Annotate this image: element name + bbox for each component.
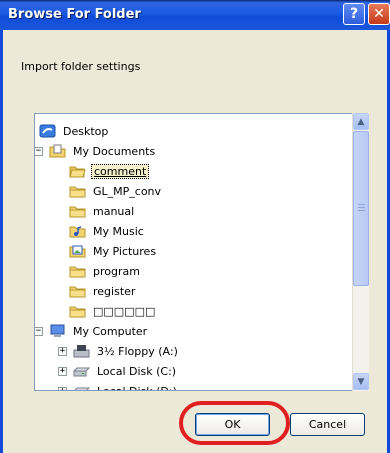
expand-icon[interactable]: + (58, 386, 67, 390)
desktop-icon (39, 124, 56, 138)
tree-item-label: My Music (93, 224, 144, 238)
folder-icon (69, 204, 86, 218)
hard-drive-icon (72, 364, 91, 378)
scroll-down-button[interactable]: ▼ (353, 373, 369, 390)
my-pictures-icon (69, 244, 86, 258)
tree-item[interactable]: manual (69, 202, 136, 220)
browse-for-folder-dialog: Browse For Folder ? ✕ Import folder sett… (0, 0, 390, 453)
tree-item[interactable]: + Local Disk (C:) (58, 362, 178, 380)
thumb-grip (358, 204, 365, 205)
collapse-icon[interactable]: − (35, 326, 43, 336)
tree-item[interactable]: Desktop (39, 122, 110, 140)
tree-item[interactable]: □□□□□□ (69, 302, 157, 320)
tree-item[interactable]: − My Computer (35, 322, 149, 340)
tree-item-label: My Computer (73, 324, 148, 338)
scrollbar-thumb[interactable] (353, 131, 369, 286)
tree-item-label: My Documents (73, 144, 156, 158)
folder-icon (69, 304, 86, 318)
tree-item-label: □□□□□□ (93, 304, 156, 318)
help-icon: ? (349, 6, 359, 22)
tree-item-label: Local Disk (C:) (97, 364, 177, 378)
tree-item-label: GL_MP_conv (93, 184, 162, 198)
tree-item[interactable]: program (69, 262, 142, 280)
expand-icon[interactable]: + (58, 366, 67, 376)
tree-item[interactable]: − My Documents (35, 142, 157, 160)
tree-item-label: program (93, 264, 140, 278)
window-frame-left (0, 30, 3, 453)
hard-drive-icon (73, 384, 91, 390)
folder-icon (69, 264, 86, 278)
my-documents-icon (49, 144, 66, 158)
folder-open-icon (69, 164, 86, 178)
close-button[interactable]: ✕ (368, 3, 390, 25)
expand-icon[interactable]: + (58, 346, 67, 356)
cancel-button[interactable]: Cancel (290, 413, 365, 436)
folder-tree[interactable]: Desktop − My Documents comment GL_MP_convman… (34, 113, 354, 391)
folder-icon (69, 184, 86, 198)
tree-item-label: manual (93, 204, 135, 218)
collapse-icon[interactable]: − (35, 146, 43, 156)
tree-item-label: register (93, 284, 136, 298)
floppy-drive-icon (73, 344, 90, 358)
tree-item-label: My Pictures (93, 244, 157, 258)
tree-item[interactable]: My Music (69, 222, 146, 240)
scroll-up-icon: ▲ (357, 116, 365, 127)
tree-item[interactable]: + Local Disk (D:) (58, 382, 179, 391)
title-bar[interactable]: Browse For Folder ? ✕ (0, 0, 390, 30)
vertical-scrollbar[interactable]: ▲ ▼ (352, 113, 369, 391)
tree-item-label: Local Disk (D:) (97, 384, 177, 391)
tree-item[interactable]: +3½ Floppy (A:) (58, 342, 180, 360)
thumb-grip (358, 207, 365, 208)
tree-item-label: comment (91, 163, 150, 179)
my-computer-icon (49, 324, 66, 338)
tree-item[interactable]: register (69, 282, 137, 300)
folder-icon (69, 284, 86, 298)
thumb-grip (358, 210, 365, 211)
scroll-down-icon: ▼ (357, 376, 365, 387)
scroll-up-button[interactable]: ▲ (353, 113, 369, 130)
tree-item-label: Desktop (63, 124, 109, 138)
tree-item[interactable]: GL_MP_conv (69, 182, 163, 200)
tree-item-label: 3½ Floppy (A:) (97, 344, 178, 358)
help-button[interactable]: ? (343, 3, 365, 25)
my-music-icon (69, 224, 86, 238)
close-icon: ✕ (373, 6, 385, 22)
instruction-text: Import folder settings (21, 60, 141, 73)
tree-item[interactable]: My Pictures (69, 242, 158, 260)
tree-item[interactable]: comment (69, 162, 150, 180)
ok-button[interactable]: OK (195, 413, 270, 436)
window-title: Browse For Folder (8, 7, 141, 22)
